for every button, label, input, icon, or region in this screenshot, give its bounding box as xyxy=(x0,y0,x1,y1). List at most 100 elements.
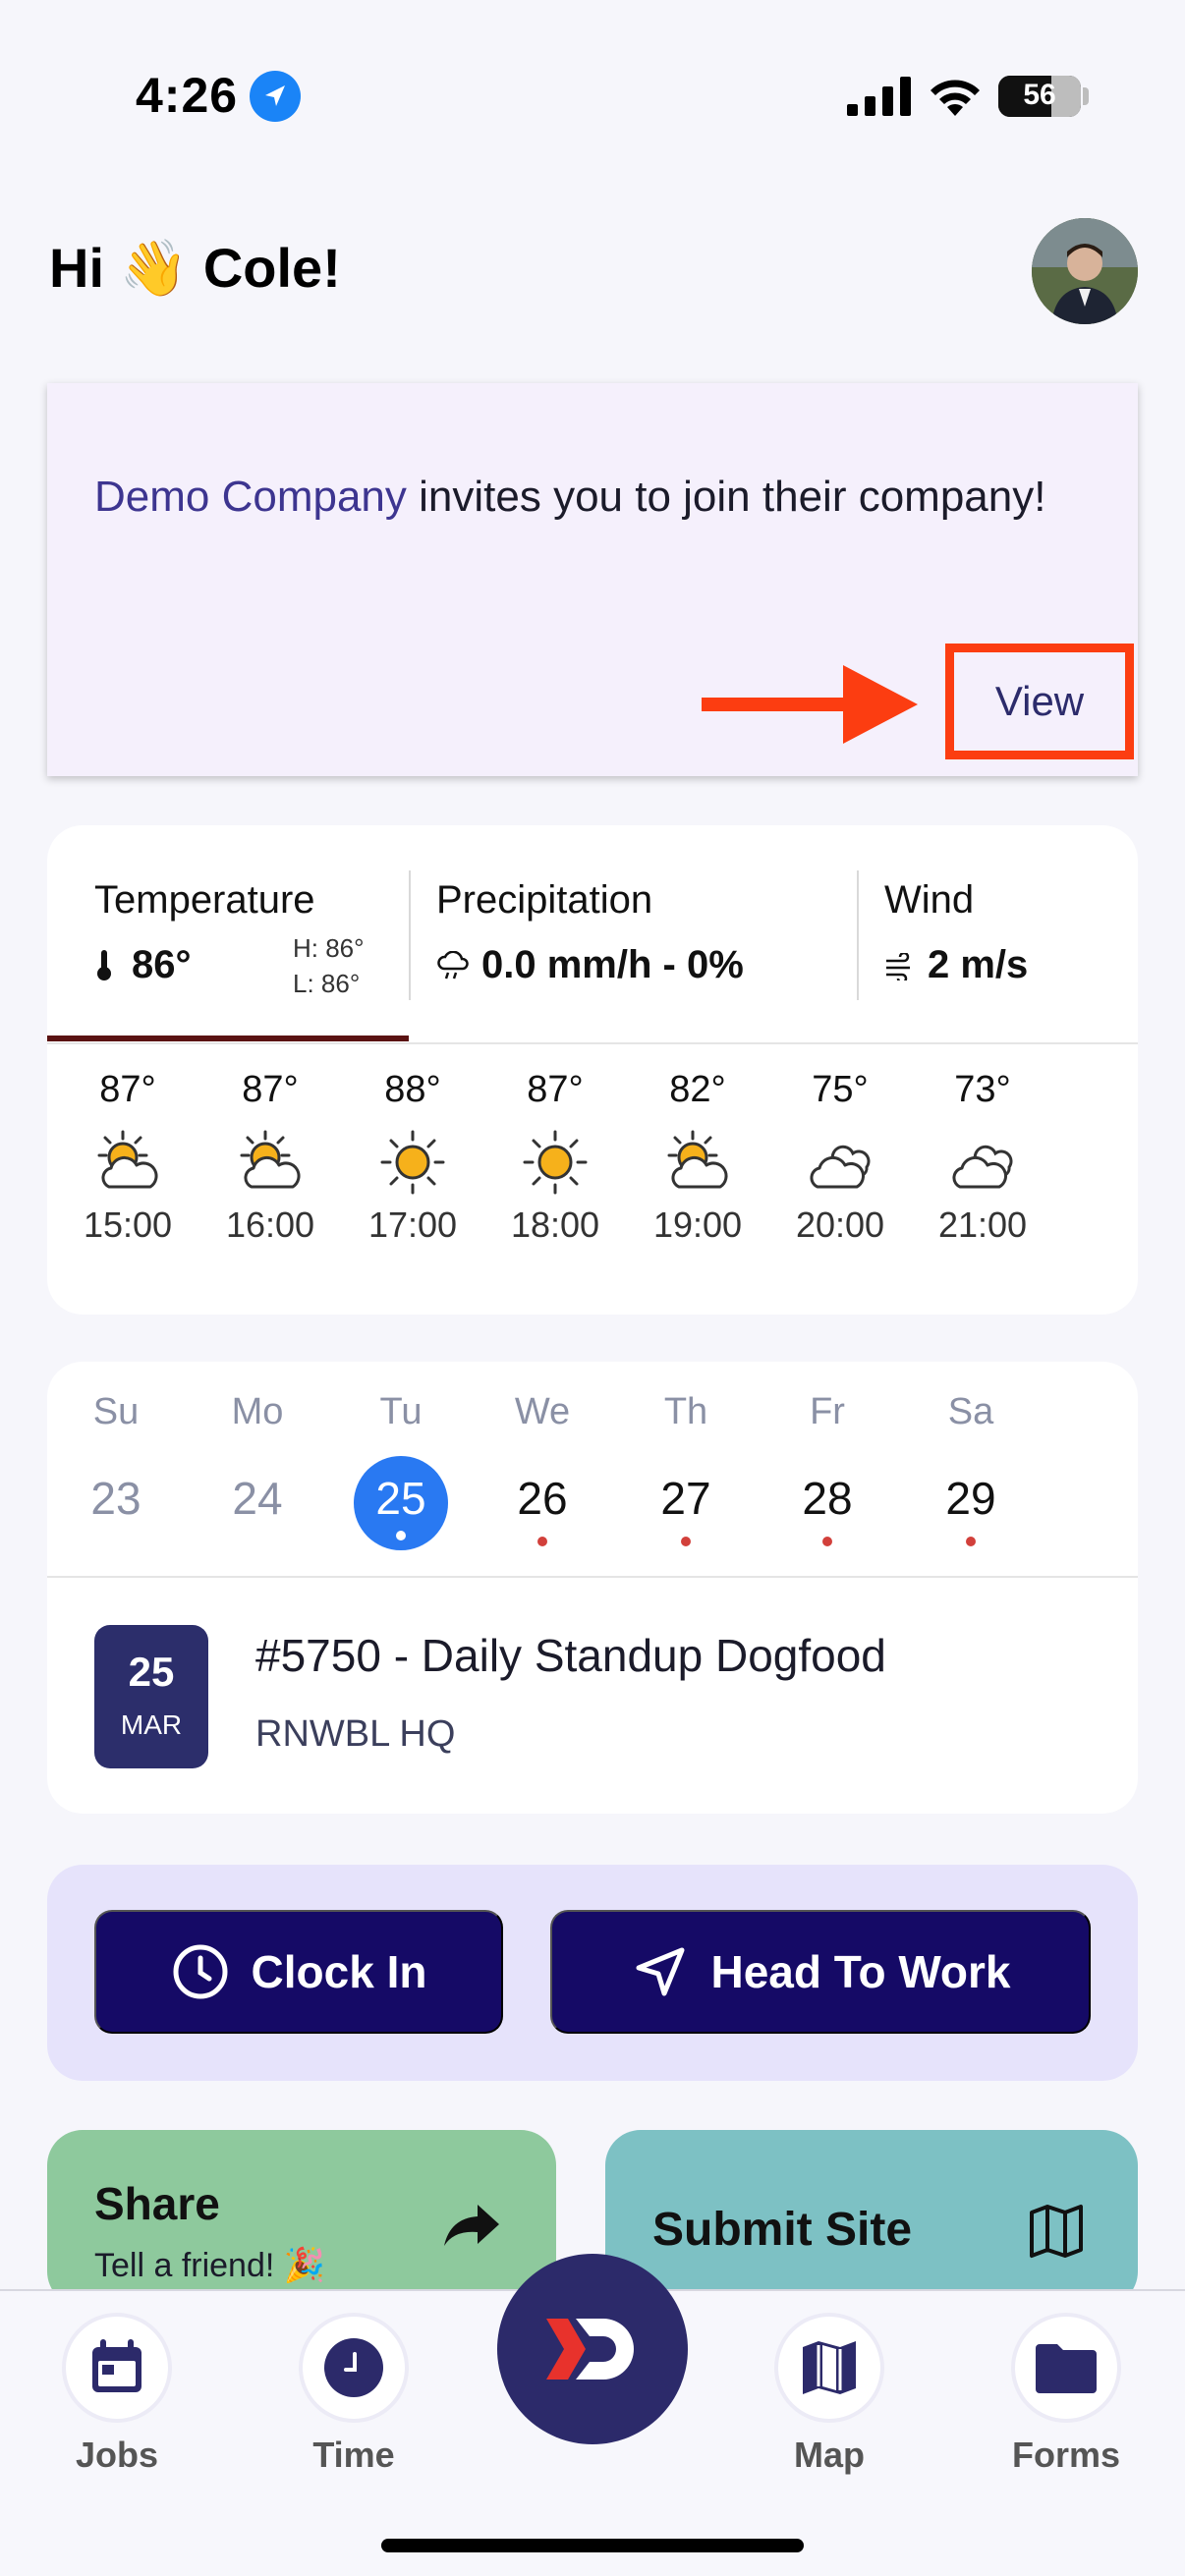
share-card[interactable]: Share Tell a friend! 🎉 xyxy=(47,2130,556,2307)
weekday-label: Sa xyxy=(947,1391,994,1432)
tab-time-label: Time xyxy=(312,2435,395,2475)
hourly-temp: 87° xyxy=(527,1069,584,1110)
clock-icon xyxy=(173,1944,228,1999)
invite-message: Demo Company invites you to join their c… xyxy=(94,462,1057,532)
home-logo-button[interactable] xyxy=(497,2254,688,2444)
map-icon xyxy=(803,2341,856,2394)
cellular-signal-icon xyxy=(847,77,911,116)
wind-value-row: 2 m/s xyxy=(884,943,1028,987)
wind-tab[interactable]: Wind xyxy=(884,878,974,923)
event-dot xyxy=(822,1537,832,1546)
greeting: Hi 👋 Cole! xyxy=(49,237,341,299)
sunny-icon xyxy=(378,1128,447,1197)
temperature-low: L: 86° xyxy=(293,969,361,998)
hourly-temp: 88° xyxy=(384,1069,441,1110)
clock-in-button[interactable]: Clock In xyxy=(94,1910,503,2034)
navigation-arrow-icon xyxy=(636,1947,684,1996)
tab-jobs-label: Jobs xyxy=(75,2435,159,2475)
calendar-date[interactable]: 24 xyxy=(198,1472,316,1525)
partly-sunny-icon xyxy=(93,1128,162,1197)
home-indicator xyxy=(381,2539,804,2552)
calendar-date[interactable]: 23 xyxy=(57,1472,175,1525)
annotation-arrow-head xyxy=(843,665,918,744)
head-to-work-button[interactable]: Head To Work xyxy=(550,1910,1091,2034)
hourly-temp: 75° xyxy=(812,1069,869,1110)
share-arrow-icon xyxy=(444,2205,499,2246)
tab-forms[interactable]: Forms xyxy=(997,2313,1135,2476)
weather-card: Temperature 86° H: 86° L: 86° Precipitat… xyxy=(47,825,1138,1315)
temperature-value: 86° xyxy=(132,943,192,986)
temperature-value-row: 86° xyxy=(94,943,192,987)
active-tab-indicator xyxy=(47,1036,409,1041)
calendar-icon xyxy=(92,2339,141,2392)
tab-map[interactable]: Map xyxy=(761,2313,898,2476)
partly-sunny-icon xyxy=(663,1128,732,1197)
tab-forms-label: Forms xyxy=(1011,2435,1121,2475)
partly-sunny-icon xyxy=(236,1128,305,1197)
precipitation-value: 0.0 mm/h - 0% xyxy=(481,943,744,986)
cloudy-icon xyxy=(948,1128,1017,1197)
sunny-icon xyxy=(521,1128,590,1197)
folder-icon xyxy=(1036,2344,1097,2393)
hourly-time: 18:00 xyxy=(510,1204,600,1245)
clock-icon xyxy=(324,2338,383,2397)
hourly-forecast-item: 87° 15:00 xyxy=(64,1069,192,1246)
weekday-label: Tu xyxy=(379,1391,423,1432)
head-to-work-label: Head To Work xyxy=(710,1946,1011,1997)
event-dot xyxy=(966,1537,976,1546)
hourly-temp: 87° xyxy=(242,1069,299,1110)
weekday-label: Th xyxy=(663,1391,708,1432)
battery-level: 56 xyxy=(1023,79,1056,111)
invite-text: invites you to join their company! xyxy=(406,473,1046,521)
hourly-forecast-item: 73° 21:00 xyxy=(919,1069,1046,1246)
hourly-forecast-item: 88° 17:00 xyxy=(349,1069,477,1246)
hourly-forecast-item: 82° 19:00 xyxy=(634,1069,762,1246)
precipitation-value-row: 0.0 mm/h - 0% xyxy=(436,943,744,987)
share-title: Share xyxy=(94,2178,220,2229)
avatar[interactable] xyxy=(1032,218,1138,324)
calendar-date[interactable]: 25 xyxy=(342,1472,460,1525)
event-dot xyxy=(681,1537,691,1546)
annotation-arrow xyxy=(702,698,849,711)
thermometer-icon xyxy=(97,950,111,980)
status-time: 4:26 xyxy=(136,68,239,123)
tab-jobs[interactable]: Jobs xyxy=(48,2313,186,2476)
job-date-badge: 25 MAR xyxy=(94,1625,208,1768)
hourly-time: 17:00 xyxy=(367,1204,458,1245)
job-title[interactable]: #5750 - Daily Standup Dogfood xyxy=(255,1629,886,1682)
event-dot xyxy=(396,1531,406,1540)
temperature-high: H: 86° xyxy=(293,933,365,963)
map-outline-icon xyxy=(1030,2205,1083,2258)
hourly-time: 15:00 xyxy=(83,1204,173,1245)
calendar-card: Su 23 Mo 24 Tu 25 We 26 Th 27 Fr 28 Sa 29 25 MAR #575… xyxy=(47,1362,1138,1814)
calendar-date[interactable]: 27 xyxy=(627,1472,745,1525)
weekday-label: Su xyxy=(92,1391,140,1432)
weekday-label: We xyxy=(514,1391,571,1432)
temperature-tab[interactable]: Temperature xyxy=(94,878,315,923)
hourly-temp: 87° xyxy=(99,1069,156,1110)
weekday-label: Mo xyxy=(231,1391,284,1432)
job-badge-month: MAR xyxy=(120,1709,183,1740)
hourly-time: 20:00 xyxy=(795,1204,885,1245)
precipitation-tab[interactable]: Precipitation xyxy=(436,878,652,923)
calendar-date[interactable]: 28 xyxy=(768,1472,886,1525)
cloudy-icon xyxy=(806,1128,875,1197)
invite-company[interactable]: Demo Company xyxy=(94,473,407,521)
view-invite-button[interactable]: View xyxy=(945,644,1134,759)
wind-icon xyxy=(886,951,910,984)
hourly-temp: 82° xyxy=(669,1069,726,1110)
submit-site-title: Submit Site xyxy=(652,2204,913,2256)
hourly-forecast-item: 87° 16:00 xyxy=(206,1069,334,1246)
job-location: RNWBL HQ xyxy=(255,1713,456,1755)
tab-time[interactable]: Time xyxy=(285,2313,423,2476)
submit-site-card[interactable]: Submit Site xyxy=(605,2130,1138,2307)
hourly-temp: 73° xyxy=(954,1069,1011,1110)
hourly-forecast-item: 75° 20:00 xyxy=(776,1069,904,1246)
wind-value: 2 m/s xyxy=(928,943,1029,986)
calendar-date[interactable]: 29 xyxy=(912,1472,1030,1525)
clock-in-label: Clock In xyxy=(251,1946,427,1997)
hourly-time: 19:00 xyxy=(652,1204,743,1245)
job-badge-day: 25 xyxy=(128,1649,175,1695)
calendar-date[interactable]: 26 xyxy=(483,1472,601,1525)
wifi-icon xyxy=(931,80,980,116)
